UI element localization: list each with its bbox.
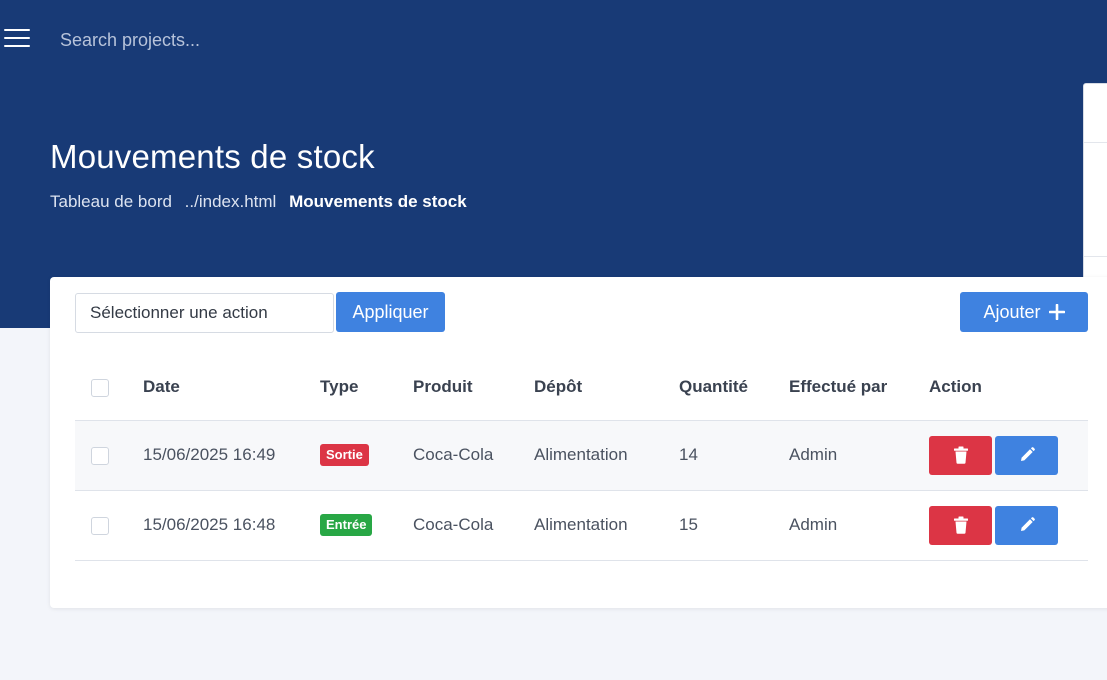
depot-cell: Alimentation xyxy=(534,445,628,464)
breadcrumb-home[interactable]: Tableau de bord xyxy=(50,192,172,211)
column-header-date[interactable]: Date xyxy=(143,355,320,421)
product-cell: Coca-Cola xyxy=(413,445,494,464)
table-row: 15/06/2025 16:49 Sortie Coca-Cola Alimen… xyxy=(75,420,1088,490)
delete-button[interactable] xyxy=(929,505,992,545)
product-cell: Coca-Cola xyxy=(413,515,494,534)
edit-button[interactable] xyxy=(995,435,1058,475)
add-button[interactable]: Ajouter xyxy=(960,292,1088,332)
row-checkbox[interactable] xyxy=(91,446,109,465)
row-checkbox[interactable] xyxy=(91,516,109,535)
trash-icon xyxy=(953,446,968,464)
pencil-icon xyxy=(1020,517,1035,531)
date-cell: 15/06/2025 16:49 xyxy=(143,445,276,464)
plus-icon xyxy=(1048,304,1065,320)
column-header-performed-by[interactable]: Effectué par xyxy=(789,355,929,421)
hamburger-icon[interactable] xyxy=(4,27,32,49)
type-cell: Entrée xyxy=(320,490,413,560)
quantity-cell: 14 xyxy=(679,445,698,464)
side-panel xyxy=(1083,83,1107,298)
depot-cell: Alimentation xyxy=(534,515,628,534)
row-select-cell xyxy=(75,490,143,560)
type-cell: Sortie xyxy=(320,420,413,490)
select-all-checkbox[interactable] xyxy=(91,378,109,397)
date-cell: 15/06/2025 16:48 xyxy=(143,515,276,534)
column-header-quantity[interactable]: Quantité xyxy=(679,355,789,421)
apply-button[interactable]: Appliquer xyxy=(336,292,445,332)
action-cell xyxy=(929,490,1088,560)
header-select-all xyxy=(75,355,143,421)
type-badge: Entrée xyxy=(320,514,373,536)
pencil-icon xyxy=(1020,447,1035,461)
search-input[interactable] xyxy=(50,22,370,58)
stock-movements-table: Date Type Produit Dépôt Quantité Effectu… xyxy=(75,355,1088,561)
row-select-cell xyxy=(75,420,143,490)
stock-movements-card: Sélectionner une action Appliquer Ajoute… xyxy=(50,277,1107,608)
add-button-label: Ajouter xyxy=(983,301,1041,322)
column-header-type[interactable]: Type xyxy=(320,355,413,421)
breadcrumb: Tableau de bord ../index.html Mouvements… xyxy=(50,192,475,212)
delete-button[interactable] xyxy=(929,435,992,475)
breadcrumb-current: Mouvements de stock xyxy=(289,192,467,211)
trash-icon xyxy=(953,516,968,534)
table-row: 15/06/2025 16:48 Entrée Coca-Cola Alimen… xyxy=(75,490,1088,560)
table-header-row: Date Type Produit Dépôt Quantité Effectu… xyxy=(75,355,1088,421)
performed-by-cell: Admin xyxy=(789,515,838,534)
breadcrumb-link[interactable]: ../index.html xyxy=(185,192,277,211)
action-cell xyxy=(929,420,1088,490)
bulk-action-select[interactable]: Sélectionner une action xyxy=(75,293,334,333)
edit-button[interactable] xyxy=(995,505,1058,545)
column-header-product[interactable]: Produit xyxy=(413,355,534,421)
quantity-cell: 15 xyxy=(679,515,698,534)
column-header-action: Action xyxy=(929,355,1088,421)
column-header-depot[interactable]: Dépôt xyxy=(534,355,679,421)
type-badge: Sortie xyxy=(320,444,369,466)
page-title: Mouvements de stock xyxy=(50,138,375,175)
performed-by-cell: Admin xyxy=(789,445,838,464)
